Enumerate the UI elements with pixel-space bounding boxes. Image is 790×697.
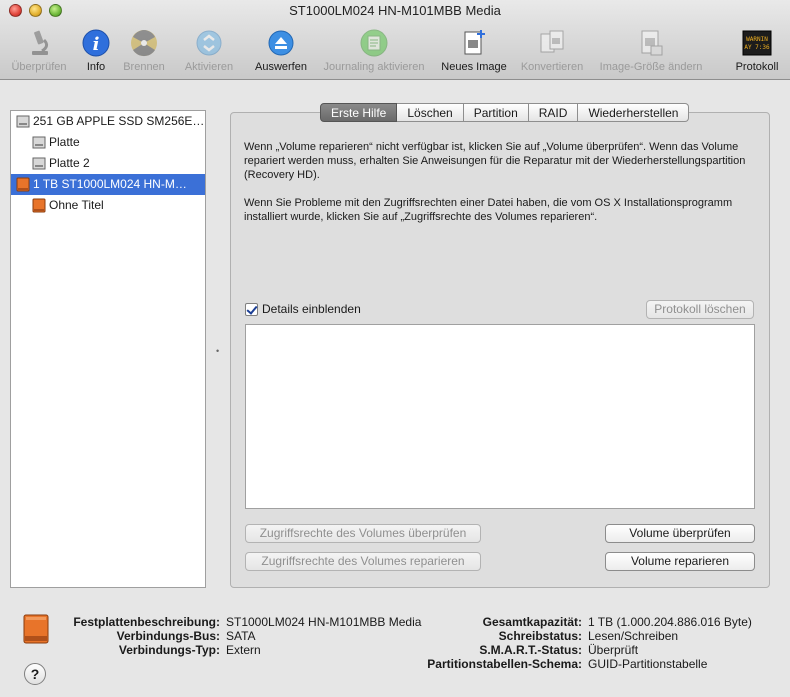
connection-bus-key: Verbindungs-Bus: bbox=[116, 629, 220, 643]
total-capacity-value: 1 TB (1.000.204.886.016 Byte) bbox=[588, 615, 752, 629]
connection-bus-value: SATA bbox=[226, 629, 256, 643]
toolbar-eject-button[interactable]: Auswerfen bbox=[250, 26, 312, 76]
first-aid-description-2: Wenn Sie Probleme mit den Zugriffsrechte… bbox=[244, 197, 733, 223]
toolbar-journaling-button[interactable]: Journaling aktivieren bbox=[316, 26, 432, 76]
sidebar-item-label: Platte 2 bbox=[49, 156, 90, 170]
info-icon: i bbox=[82, 29, 110, 57]
window-title: ST1000LM024 HN-M101MBB Media bbox=[289, 3, 501, 18]
clear-log-button[interactable]: Protokoll löschen bbox=[646, 300, 754, 319]
sidebar-item-label: 1 TB ST1000LM024 HN-M… bbox=[33, 177, 187, 191]
partition-scheme-value: GUID-Partitionstabelle bbox=[588, 657, 708, 671]
log-icon-line2: AY 7:36 bbox=[744, 44, 770, 51]
sidebar-item-volume-platte[interactable]: Platte bbox=[11, 132, 205, 153]
volume-icon bbox=[32, 136, 46, 149]
tab-bar: Erste Hilfe Löschen Partition RAID Wiede… bbox=[320, 103, 690, 122]
sidebar-item-label: Ohne Titel bbox=[49, 198, 104, 212]
toolbar-label: Neues Image bbox=[441, 61, 507, 73]
help-button[interactable]: ? bbox=[24, 663, 46, 685]
log-icon-line1: WARNIN bbox=[746, 36, 768, 43]
burn-icon bbox=[131, 30, 157, 57]
verify-permissions-button[interactable]: Zugriffsrechte des Volumes überprüfen bbox=[245, 524, 481, 543]
toolbar-label: Auswerfen bbox=[255, 61, 307, 73]
convert-icon bbox=[540, 30, 564, 53]
toolbar-log-button[interactable]: WARNIN AY 7:36 Protokoll bbox=[728, 26, 786, 76]
sidebar-item-label: Platte bbox=[49, 135, 80, 149]
toolbar-new-image-button[interactable]: Neues Image bbox=[438, 26, 510, 76]
repair-permissions-button[interactable]: Zugriffsrechte des Volumes reparieren bbox=[245, 552, 481, 571]
verify-volume-button[interactable]: Volume überprüfen bbox=[605, 524, 755, 543]
smart-status-key: S.M.A.R.T.-Status: bbox=[479, 643, 582, 657]
volume-icon bbox=[32, 157, 46, 170]
details-log-area[interactable] bbox=[245, 324, 755, 509]
connection-type-key: Verbindungs-Typ: bbox=[118, 643, 220, 657]
svg-text:i: i bbox=[93, 34, 100, 55]
total-capacity-key: Gesamtkapazität: bbox=[482, 615, 582, 629]
internal-disk-icon bbox=[16, 115, 30, 128]
split-view-divider-handle[interactable]: • bbox=[216, 346, 219, 356]
toolbar-info-button[interactable]: i Info bbox=[78, 26, 114, 76]
new-image-icon bbox=[464, 30, 485, 55]
external-disk-icon bbox=[16, 177, 30, 192]
toolbar-label: Konvertieren bbox=[520, 61, 584, 73]
external-disk-icon bbox=[23, 614, 49, 644]
connection-type-value: Extern bbox=[226, 643, 261, 657]
toolbar-label: Image-Größe ändern bbox=[599, 61, 703, 73]
toolbar-label: Info bbox=[86, 61, 106, 73]
toolbar-resize-image-button[interactable]: Image-Größe ändern bbox=[594, 26, 708, 76]
sidebar-item-volume-platte-2[interactable]: Platte 2 bbox=[11, 153, 205, 174]
log-icon: WARNIN AY 7:36 bbox=[742, 30, 772, 56]
repair-volume-button[interactable]: Volume reparieren bbox=[605, 552, 755, 571]
disk-description-value: ST1000LM024 HN-M101MBB Media bbox=[226, 615, 422, 629]
toolbar-burn-button[interactable]: Brennen bbox=[118, 26, 170, 76]
journaling-icon bbox=[360, 29, 388, 57]
microscope-icon bbox=[32, 30, 49, 55]
sidebar-item-volume-ohne-titel[interactable]: Ohne Titel bbox=[11, 195, 205, 216]
toolbar-convert-button[interactable]: Konvertieren bbox=[516, 26, 588, 76]
tab-erase[interactable]: Löschen bbox=[397, 103, 464, 122]
tab-restore[interactable]: Wiederherstellen bbox=[578, 103, 690, 122]
toolbar-mount-button[interactable]: Aktivieren bbox=[178, 26, 240, 76]
tab-partition[interactable]: Partition bbox=[463, 103, 529, 122]
show-details-checkbox[interactable] bbox=[245, 303, 258, 316]
disk-description-key: Festplattenbeschreibung: bbox=[73, 615, 220, 629]
tab-first-aid[interactable]: Erste Hilfe bbox=[320, 103, 398, 122]
write-status-key: Schreibstatus: bbox=[498, 629, 582, 643]
disk-utility-window: ST1000LM024 HN-M101MBB Media Überprüfen … bbox=[0, 0, 790, 697]
sidebar-item-label: 251 GB APPLE SSD SM256E… bbox=[33, 114, 205, 128]
external-volume-icon bbox=[32, 198, 46, 213]
resize-image-icon bbox=[641, 30, 663, 56]
toolbar-label: Protokoll bbox=[735, 61, 779, 73]
write-status-value: Lesen/Schreiben bbox=[588, 629, 679, 643]
smart-status-value: Überprüft bbox=[588, 643, 639, 657]
toolbar-verify-button[interactable]: Überprüfen bbox=[6, 26, 72, 76]
sidebar-item-internal-disk[interactable]: 251 GB APPLE SSD SM256E… bbox=[11, 111, 205, 132]
toolbar-label: Brennen bbox=[123, 61, 165, 73]
first-aid-description-1: Wenn „Volume reparieren“ nicht verfügbar… bbox=[244, 141, 746, 181]
eject-icon bbox=[268, 30, 294, 56]
toolbar-label: Journaling aktivieren bbox=[323, 61, 425, 73]
disk-list-sidebar[interactable]: 251 GB APPLE SSD SM256E… Platte Platte 2… bbox=[10, 110, 206, 588]
tab-raid[interactable]: RAID bbox=[528, 103, 579, 122]
toolbar-label: Aktivieren bbox=[184, 61, 234, 73]
show-details-label: Details einblenden bbox=[262, 302, 361, 316]
partition-scheme-key: Partitionstabellen-Schema: bbox=[427, 657, 582, 671]
title-bar: ST1000LM024 HN-M101MBB Media Überprüfen … bbox=[0, 0, 790, 80]
sidebar-item-external-disk[interactable]: 1 TB ST1000LM024 HN-M… bbox=[11, 174, 205, 195]
activate-icon bbox=[196, 30, 222, 56]
toolbar-label: Überprüfen bbox=[11, 61, 67, 73]
